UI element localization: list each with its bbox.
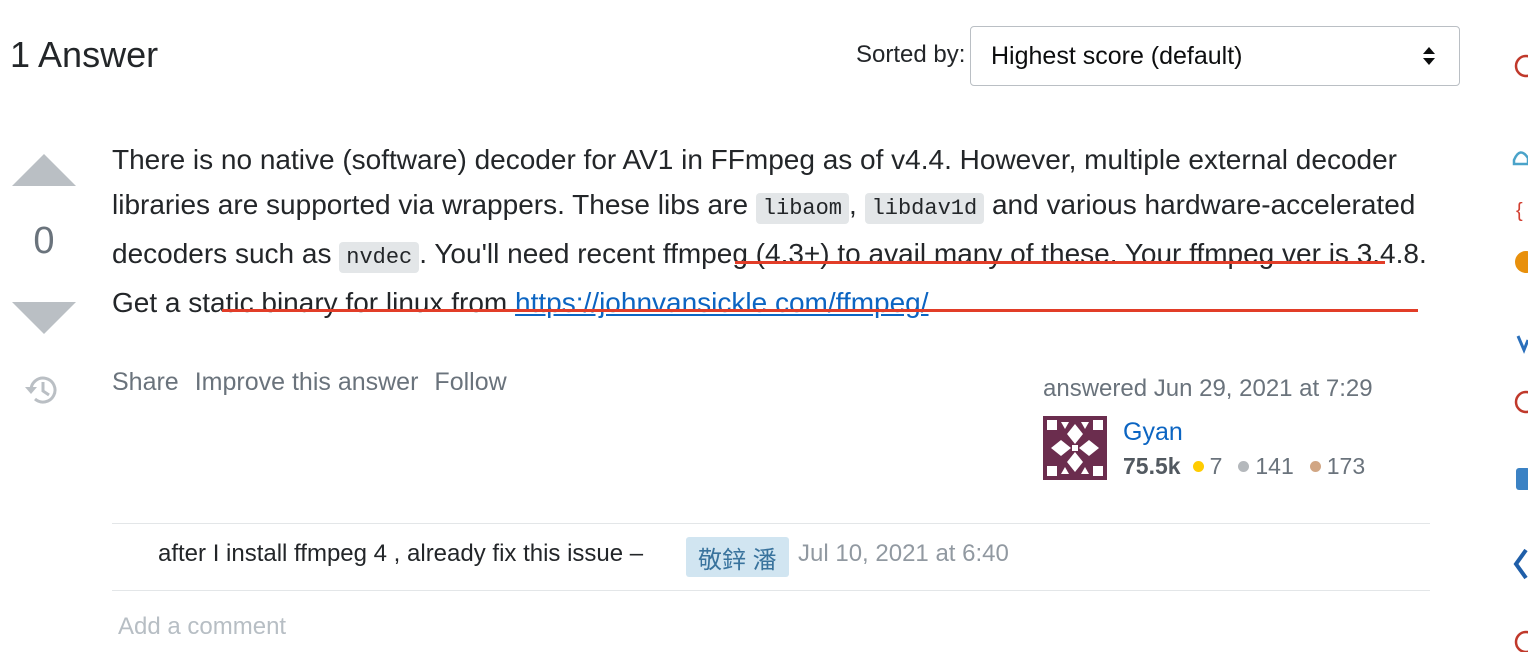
annotation-underline-2 <box>222 309 1418 312</box>
sidebar-icon-9[interactable] <box>1514 630 1528 652</box>
comment-date[interactable]: Jul 10, 2021 at 6:40 <box>798 540 1009 568</box>
bronze-badge-icon <box>1309 461 1321 472</box>
sidebar-icon-3[interactable]: { <box>1516 200 1523 222</box>
sort-value: Highest score (default) <box>991 41 1243 70</box>
gold-badge-icon <box>1192 461 1204 472</box>
user-avatar[interactable] <box>1043 416 1107 480</box>
post-menu: Share Improve this answer Follow <box>112 368 507 397</box>
sidebar-icon-7[interactable] <box>1516 468 1528 490</box>
history-icon[interactable] <box>22 370 62 410</box>
sidebar-icons-strip: { <box>1512 54 1528 652</box>
code-libaom: libaom <box>755 193 850 224</box>
sidebar-icon-2[interactable] <box>1512 151 1528 166</box>
svg-text:{: { <box>1516 200 1523 222</box>
answer-text-2: , <box>849 189 865 220</box>
comments-divider-top <box>112 523 1430 524</box>
upvote-button[interactable] <box>12 150 76 190</box>
silver-badge-count: 141 <box>1255 453 1294 479</box>
sort-label: Sorted by: <box>856 41 966 68</box>
sidebar-icon-8[interactable] <box>1513 548 1528 580</box>
ffmpeg-static-link[interactable]: https://johnvansickle.com/ffmpeg/ <box>515 287 928 318</box>
sidebar-icon-6[interactable] <box>1514 390 1528 414</box>
sort-caret-icon <box>1423 47 1435 65</box>
sidebar-icon-1[interactable] <box>1514 54 1528 78</box>
user-reputation: 75.5k <box>1123 453 1181 479</box>
sidebar-icon-5[interactable] <box>1516 335 1528 354</box>
code-nvdec: nvdec <box>339 242 420 273</box>
answered-time: answered Jun 29, 2021 at 7:29 <box>1043 375 1373 402</box>
answers-count: 1 Answer <box>10 34 159 75</box>
comment-text: after I install ffmpeg 4 , already fix t… <box>158 540 644 567</box>
share-link[interactable]: Share <box>112 368 179 397</box>
code-libdav1d: libdav1d <box>864 193 985 224</box>
improve-answer-link[interactable]: Improve this answer <box>195 368 419 397</box>
vote-count: 0 <box>33 220 55 262</box>
gold-badge-count: 7 <box>1209 453 1223 479</box>
sidebar-icon-4[interactable] <box>1515 251 1528 273</box>
follow-link[interactable]: Follow <box>434 368 506 397</box>
comments-divider-bottom <box>112 590 1430 591</box>
comment-user-link[interactable]: 敬鋅 潘 <box>686 537 789 577</box>
sort-select[interactable]: Highest score (default) <box>970 26 1460 86</box>
bronze-badge-count: 173 <box>1326 453 1366 479</box>
user-stats: 75.5k 7 141 173 <box>1123 453 1365 480</box>
annotation-underline-1 <box>735 261 1385 264</box>
downvote-button[interactable] <box>12 298 76 338</box>
add-comment-link[interactable]: Add a comment <box>118 613 286 641</box>
answer-body: There is no native (software) decoder fo… <box>112 137 1442 325</box>
silver-badge-icon <box>1238 461 1250 472</box>
user-name-link[interactable]: Gyan <box>1123 418 1183 447</box>
